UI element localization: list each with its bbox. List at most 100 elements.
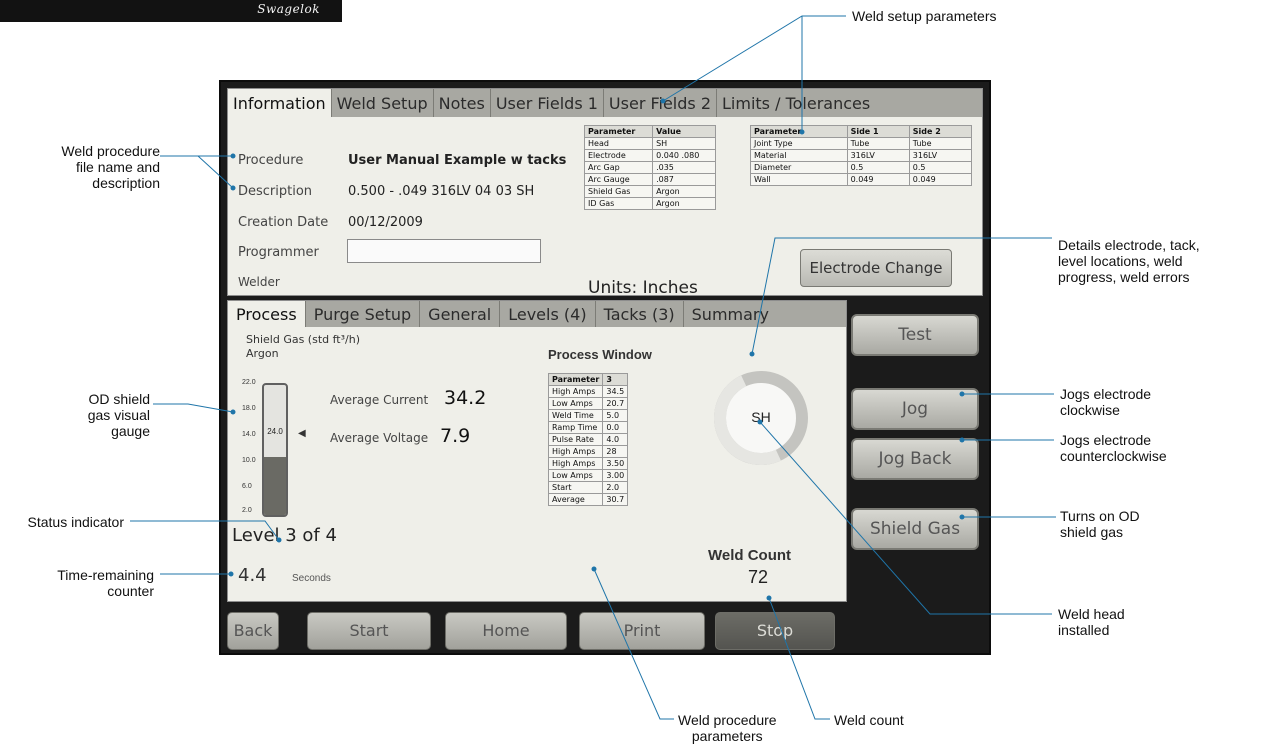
table-cell: Tube [846, 137, 910, 150]
table-row: Ramp Time 0.0 [547, 421, 629, 434]
table-cell: 4.0 [602, 433, 629, 446]
table-row: High Amps 3.50 [547, 457, 629, 470]
stop-button[interactable]: Stop [715, 612, 835, 650]
table-cell: High Amps [547, 385, 604, 398]
table-cell: 34.5 [602, 385, 629, 398]
table-cell: Ramp Time [547, 421, 604, 434]
table-cell: Diameter [750, 161, 848, 174]
table-header-cell: 3 [602, 373, 629, 386]
tab-levels[interactable]: Levels (4) [500, 301, 596, 327]
table-header-cell: Side 2 [908, 125, 973, 138]
table-row: ID Gas Argon [583, 197, 716, 210]
table-cell: Pulse Rate [547, 433, 604, 446]
gauge-tube [262, 383, 288, 517]
side-parameter-table: Parameter Side 1 Side 2 Joint Type Tube Tube M… [750, 125, 973, 186]
tab-user-fields-1[interactable]: User Fields 1 [490, 89, 604, 117]
welder-label: Welder [238, 275, 280, 289]
table-row: High Amps 28 [547, 445, 629, 458]
table-cell: 20.7 [602, 397, 629, 410]
table-cell: Head [583, 137, 654, 150]
tab-tacks[interactable]: Tacks (3) [595, 301, 684, 327]
tab-notes[interactable]: Notes [433, 89, 491, 117]
procedure-label: Procedure [238, 153, 304, 168]
gauge-tick: 2.0 [242, 507, 252, 514]
procedure-value: User Manual Example w tacks [348, 153, 567, 168]
annotation-line: Weld procedure [678, 712, 777, 728]
table-cell: Average [547, 493, 604, 506]
table-cell: 2.0 [602, 481, 629, 494]
weld-count-label: Weld Count [708, 547, 792, 564]
level-status: Level 3 of 4 [232, 525, 337, 546]
annotation-jog-ccw: Jogs electrode counterclockwise [1060, 432, 1167, 464]
table-row: High Amps 34.5 [547, 385, 629, 398]
table-row: Arc Gauge .087 [583, 173, 716, 186]
annotation-line: level locations, weld [1058, 253, 1183, 269]
average-current-value: 34.2 [444, 387, 487, 409]
electrode-change-button[interactable]: Electrode Change [800, 249, 952, 287]
table-cell: Weld Time [547, 409, 604, 422]
information-panel: Information Weld Setup Notes User Fields… [227, 88, 983, 298]
table-cell: Arc Gauge [583, 173, 654, 186]
creation-date-label: Creation Date [238, 215, 329, 230]
table-row: Joint Type Tube Tube [750, 137, 973, 150]
annotation-line: Weld procedure [61, 143, 160, 159]
table-cell: Wall [750, 173, 848, 186]
tab-weld-setup[interactable]: Weld Setup [331, 89, 434, 117]
back-button[interactable]: Back [227, 612, 279, 650]
annotation-turns-on: Turns on OD shield gas [1060, 508, 1140, 540]
logo-text: Swagelok [257, 2, 320, 16]
table-cell: 0.049 [908, 173, 973, 186]
table-cell: ID Gas [583, 197, 654, 210]
annotation-line: Jogs electrode [1060, 432, 1152, 448]
table-cell: 28 [602, 445, 629, 458]
time-unit-label: Seconds [292, 573, 331, 584]
annotation-weld-head: Weld head installed [1058, 606, 1125, 638]
annotation-status: Status indicator [27, 514, 125, 530]
table-cell: Low Amps [547, 469, 604, 482]
table-cell: Low Amps [547, 397, 604, 410]
description-label: Description [238, 184, 313, 199]
gauge-tick: 14.0 [242, 431, 256, 438]
units-label: Units: Inches [588, 278, 698, 298]
annotation-line: counterclockwise [1060, 448, 1167, 464]
table-cell: 0.5 [846, 161, 910, 174]
table-row: Average 30.7 [547, 493, 629, 506]
welder-screen: Information Weld Setup Notes User Fields… [219, 80, 991, 655]
tab-general[interactable]: General [420, 301, 501, 327]
test-button[interactable]: Test [851, 314, 979, 356]
annotation-line: Jogs electrode [1060, 386, 1152, 402]
print-button[interactable]: Print [579, 612, 705, 650]
average-voltage-value: 7.9 [440, 425, 471, 447]
tab-user-fields-2[interactable]: User Fields 2 [603, 89, 718, 117]
table-cell: 3.00 [602, 469, 629, 482]
table-row: Diameter 0.5 0.5 [750, 161, 973, 174]
tab-process[interactable]: Process [228, 301, 306, 327]
tab-information[interactable]: Information [228, 89, 332, 117]
weld-setup-parameter-table: Parameter Value Head SH Electrode 0.040 .080 A… [583, 125, 716, 210]
tab-limits-tolerances[interactable]: Limits / Tolerances [717, 89, 982, 117]
jog-back-button[interactable]: Jog Back [851, 438, 979, 480]
table-row: Start 2.0 [547, 481, 629, 494]
weld-head-label: SH [751, 409, 771, 425]
table-cell: Material [750, 149, 848, 162]
top-tab-bar: Information Weld Setup Notes User Fields… [228, 89, 982, 117]
table-row: Shield Gas Argon [583, 185, 716, 198]
table-cell: Joint Type [750, 137, 848, 150]
table-cell: Start [547, 481, 604, 494]
table-row: Arc Gap .035 [583, 161, 716, 174]
programmer-field[interactable] [347, 239, 541, 263]
gauge-fill [264, 456, 286, 515]
table-cell: 3.50 [602, 457, 629, 470]
home-button[interactable]: Home [445, 612, 567, 650]
tab-summary[interactable]: Summary [683, 301, 846, 327]
annotation-line: gas visual [87, 407, 150, 423]
shield-gas-gauge: 22.0 18.0 14.0 10.0 6.0 2.0 24.0 ◀ [242, 379, 306, 517]
jog-button[interactable]: Jog [851, 388, 979, 430]
process-panel: Process Purge Setup General Levels (4) T… [227, 300, 847, 602]
table-header-cell: Side 1 [846, 125, 910, 138]
shield-gas-button[interactable]: Shield Gas [851, 508, 979, 550]
start-button[interactable]: Start [307, 612, 431, 650]
programmer-label: Programmer [238, 245, 319, 260]
tab-purge-setup[interactable]: Purge Setup [305, 301, 421, 327]
annotation-line: OD shield [88, 391, 150, 407]
